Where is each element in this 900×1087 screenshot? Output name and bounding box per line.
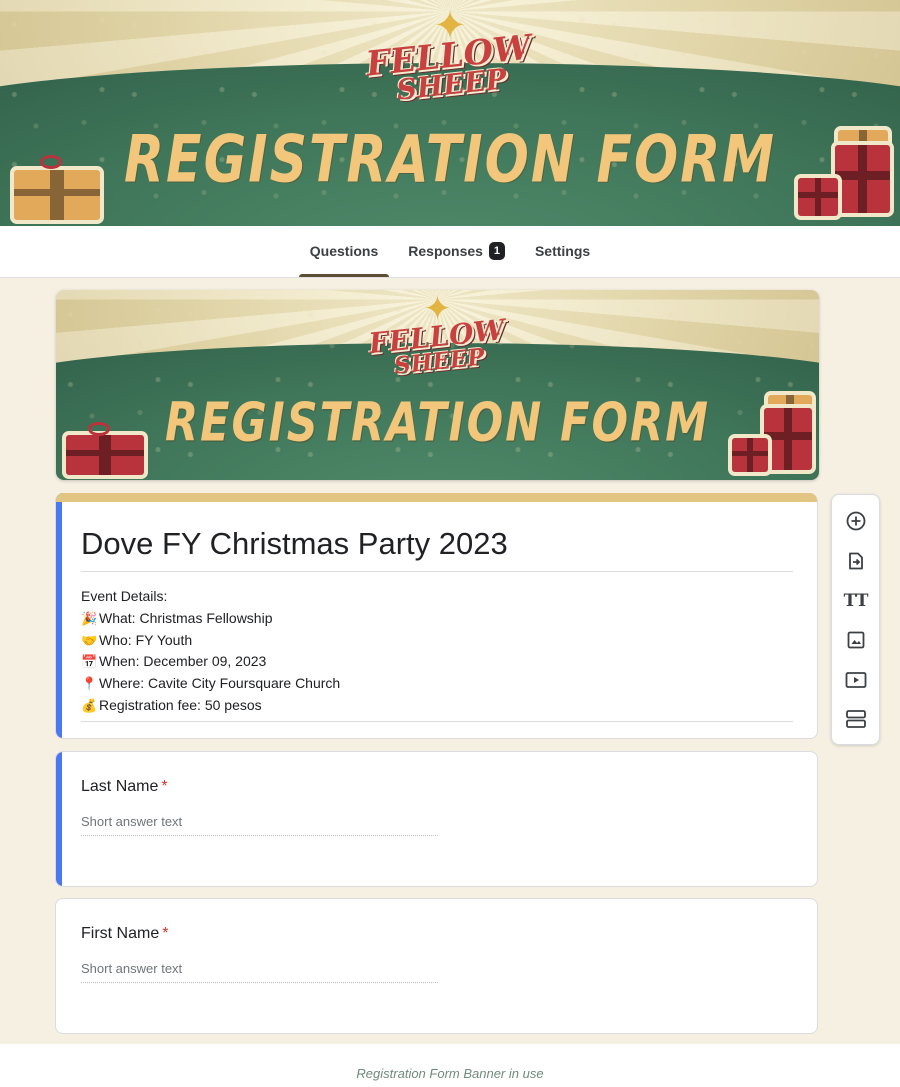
question-card-first-name[interactable]: First Name * Short answer text	[55, 898, 818, 1034]
form-title-card[interactable]: Dove FY Christmas Party 2023 Event Detai…	[55, 493, 818, 739]
form-editor: ✦ FELLOW SHEEP REGISTRATION FORM Dove FY…	[0, 278, 900, 1044]
bow-icon	[88, 422, 110, 436]
desc-line-text: Event Details:	[81, 588, 168, 604]
import-questions-button[interactable]	[844, 549, 868, 573]
gift-icon	[732, 438, 768, 472]
question-title: Last Name *	[81, 778, 438, 796]
question-title: First Name *	[81, 925, 438, 943]
short-answer-field[interactable]: Short answer text	[81, 961, 438, 983]
question-card-last-name[interactable]: Last Name * Short answer text	[55, 751, 818, 887]
gift-icon	[14, 170, 100, 220]
header-banner-image: ✦ FELLOW SHEEP REGISTRATION FORM	[0, 0, 900, 226]
gift-icon	[764, 408, 812, 470]
add-title-icon: TT	[843, 591, 869, 611]
add-section-button[interactable]	[844, 707, 868, 731]
desc-line-text: When: December 09, 2023	[99, 653, 267, 670]
desc-line-text: Registration fee: 50 pesos	[99, 696, 262, 713]
tab-settings[interactable]: Settings	[524, 225, 601, 277]
required-asterisk: *	[162, 925, 169, 942]
pin-icon: 📍	[81, 676, 98, 692]
tab-label: Responses	[408, 243, 483, 259]
floating-toolbar: TT	[831, 494, 880, 745]
desc-line: 📅 When: December 09, 2023	[81, 651, 793, 673]
party-popper-icon: 🎉	[81, 610, 98, 626]
desc-line-text: What: Christmas Fellowship	[99, 609, 273, 626]
responses-count-badge: 1	[488, 242, 505, 260]
banner-title: REGISTRATION FORM	[124, 122, 776, 198]
card-accent-bar	[56, 493, 817, 502]
desc-line-text: Who: FY Youth	[99, 631, 193, 648]
form-header-image: ✦ FELLOW SHEEP REGISTRATION FORM	[56, 290, 819, 480]
banner-title: REGISTRATION FORM	[164, 391, 711, 455]
desc-line: 📍 Where: Cavite City Foursquare Church	[81, 673, 793, 695]
desc-line-text: Where: Cavite City Foursquare Church	[99, 675, 341, 692]
short-answer-field[interactable]: Short answer text	[81, 814, 438, 836]
form-title[interactable]: Dove FY Christmas Party 2023	[81, 526, 793, 572]
tab-bar: Questions Responses 1 Settings	[0, 226, 900, 278]
add-section-icon	[846, 710, 866, 728]
image-caption: Registration Form Banner in use	[356, 1066, 544, 1081]
add-image-icon	[847, 631, 865, 649]
desc-line: 🤝 Who: FY Youth	[81, 630, 793, 652]
tab-responses[interactable]: Responses 1	[397, 225, 516, 277]
desc-line: Event Details:	[81, 586, 793, 608]
add-title-button[interactable]: TT	[843, 589, 869, 613]
add-video-button[interactable]	[844, 668, 868, 692]
calendar-icon: 📅	[81, 654, 98, 670]
desc-line: 💰 Registration fee: 50 pesos	[81, 695, 793, 717]
add-video-icon	[845, 672, 867, 688]
form-description[interactable]: Event Details: 🎉 What: Christmas Fellowsh…	[81, 586, 793, 722]
required-asterisk: *	[161, 778, 168, 795]
question-label: Last Name	[81, 778, 159, 795]
add-image-button[interactable]	[844, 628, 868, 652]
import-questions-icon	[849, 552, 863, 570]
handshake-icon: 🤝	[81, 632, 98, 648]
desc-line: 🎉 What: Christmas Fellowship	[81, 608, 793, 630]
money-bag-icon: 💰	[81, 697, 98, 713]
add-question-button[interactable]	[844, 509, 868, 533]
gift-icon	[798, 178, 838, 216]
add-circle-icon	[846, 511, 866, 531]
tab-label: Questions	[309, 243, 379, 259]
bow-icon	[40, 155, 62, 169]
tab-label: Settings	[534, 243, 591, 259]
tab-questions[interactable]: Questions	[298, 225, 390, 277]
question-label: First Name	[81, 925, 160, 942]
gift-icon	[835, 145, 890, 213]
gift-icon	[66, 435, 144, 475]
